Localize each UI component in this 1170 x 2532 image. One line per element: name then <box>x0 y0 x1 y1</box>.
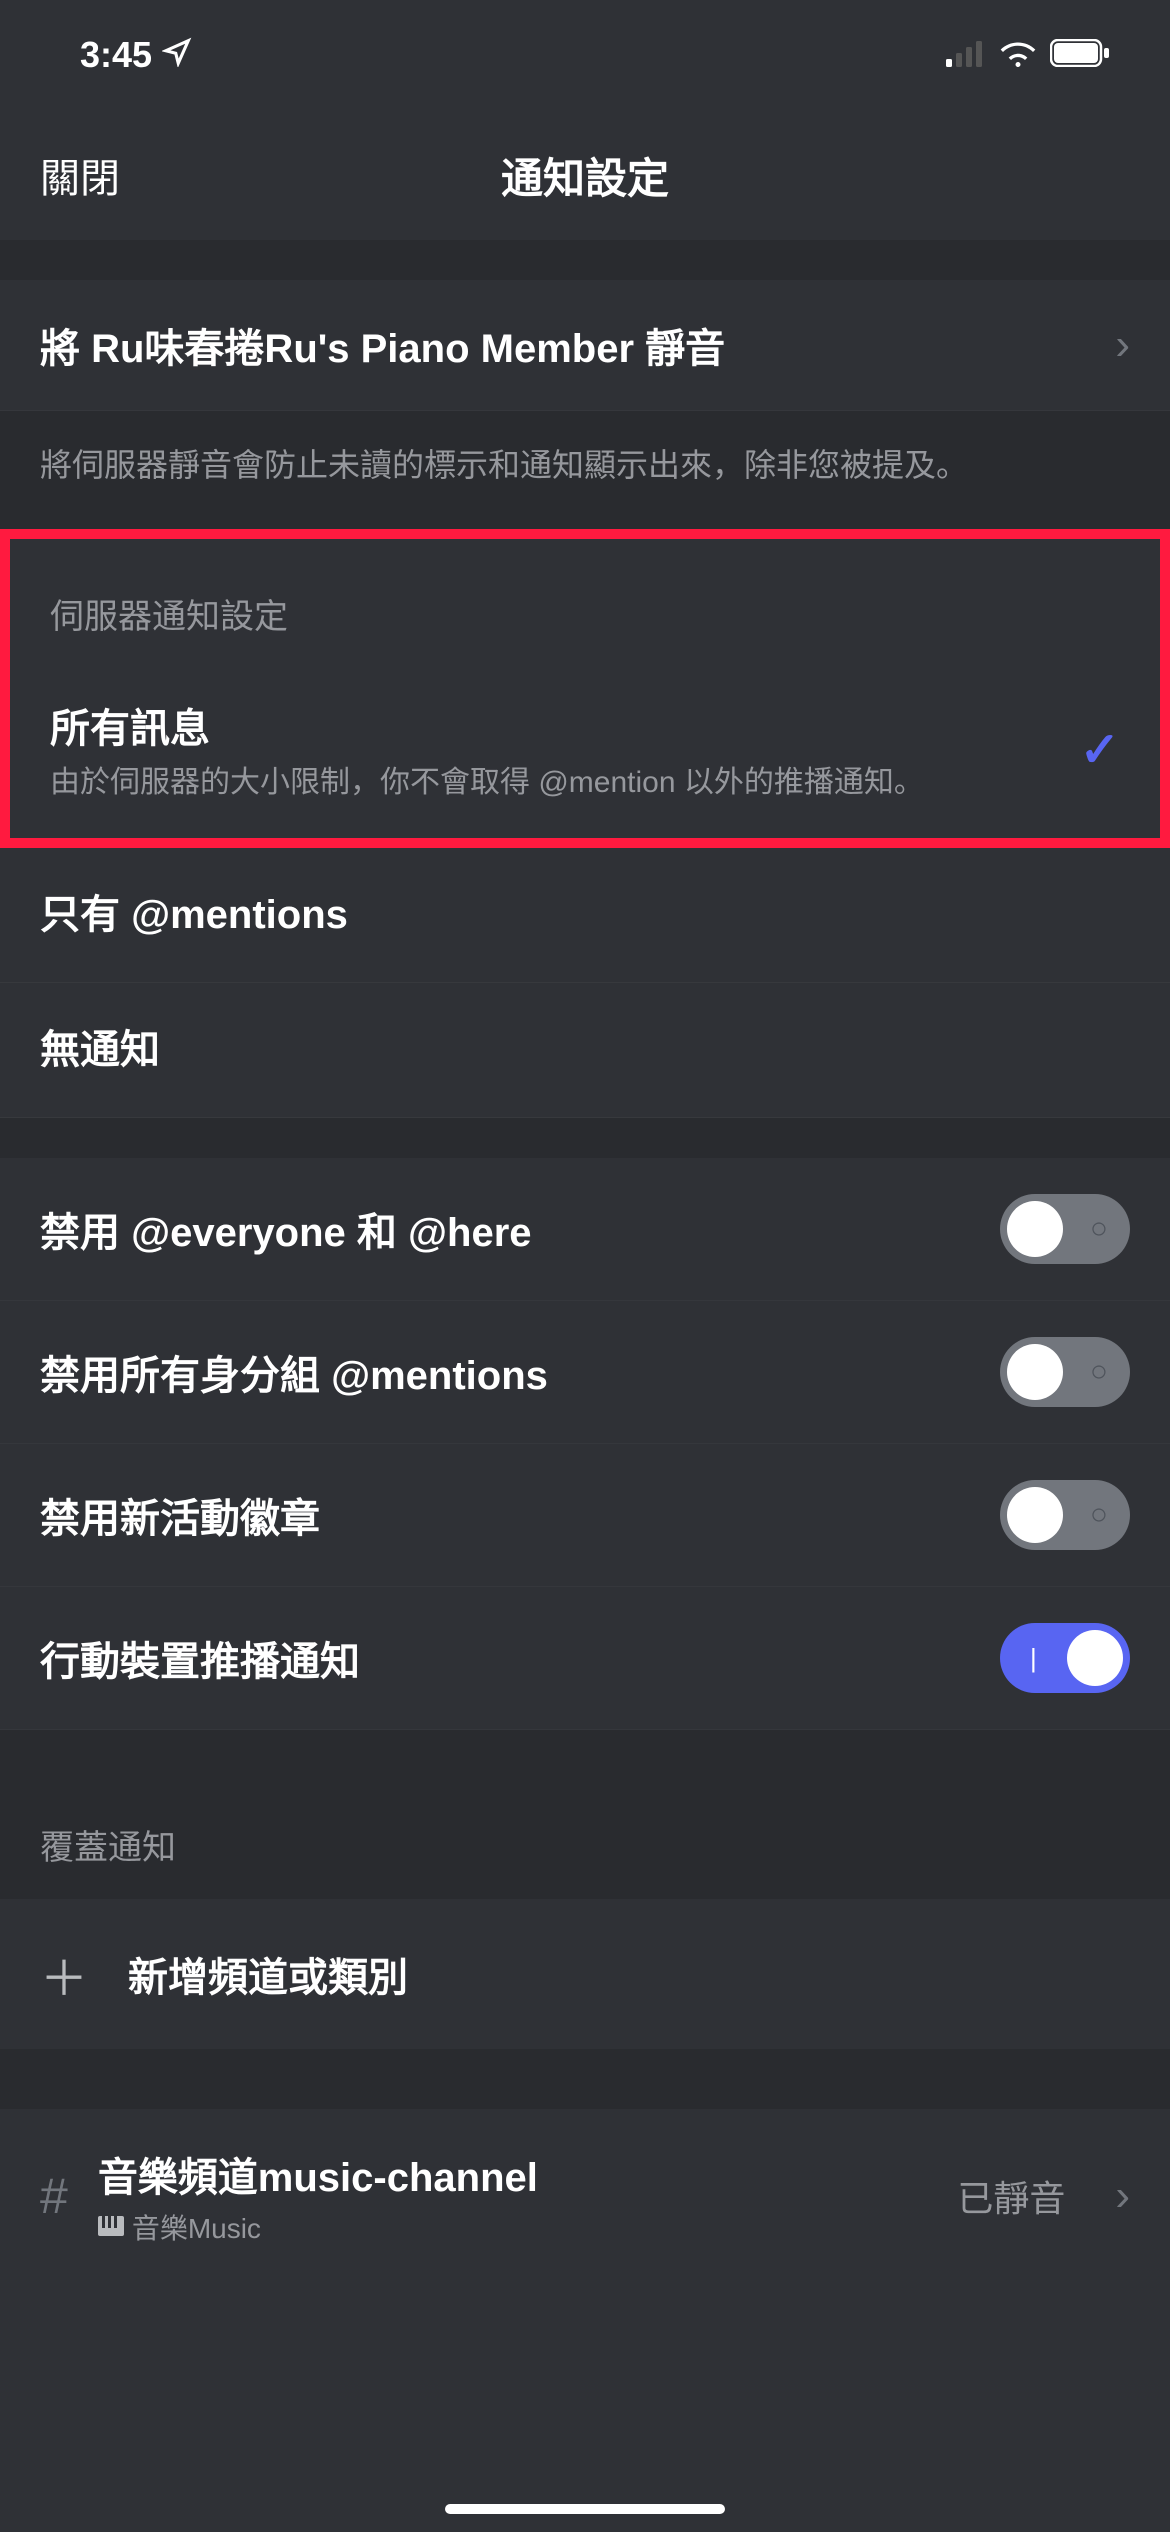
status-time: 3:45 <box>80 34 152 76</box>
check-icon: ✓ <box>1080 722 1120 778</box>
mute-server-row[interactable]: 將 Ru味春捲Ru's Piano Member 靜音 › <box>0 280 1170 411</box>
toggle-label: 禁用 @everyone 和 @here <box>40 1200 532 1258</box>
highlight-annotation: 伺服器通知設定 所有訊息 由於伺服器的大小限制，你不會取得 @mention 以… <box>0 529 1170 848</box>
status-bar: 3:45 <box>0 0 1170 110</box>
option-only-mentions[interactable]: 只有 @mentions <box>0 848 1170 983</box>
piano-icon <box>98 2211 124 2243</box>
chevron-right-icon: › <box>1115 320 1130 370</box>
toggle-suppress-roles[interactable]: 禁用所有身分組 @mentions <box>0 1301 1170 1444</box>
hash-icon: # <box>40 2167 68 2225</box>
mute-server-label: 將 Ru味春捲Ru's Piano Member 靜音 <box>40 316 725 374</box>
wifi-icon <box>998 34 1038 76</box>
close-button[interactable]: 關閉 <box>40 146 120 204</box>
option-all-messages[interactable]: 所有訊息 由於伺服器的大小限制，你不會取得 @mention 以外的推播通知。 … <box>10 662 1160 838</box>
option-title: 所有訊息 <box>50 696 1050 754</box>
plus-icon: ＋ <box>40 1939 88 2009</box>
server-notif-header: 伺服器通知設定 <box>10 539 1160 662</box>
chevron-right-icon: › <box>1115 2171 1130 2221</box>
location-icon <box>162 34 192 76</box>
toggle-label: 禁用所有身分組 @mentions <box>40 1343 548 1401</box>
option-title: 無通知 <box>40 1017 1100 1075</box>
home-indicator <box>445 2504 725 2514</box>
toggle-switch[interactable] <box>1000 1480 1130 1550</box>
toggle-switch[interactable] <box>1000 1623 1130 1693</box>
toggle-switch[interactable] <box>1000 1194 1130 1264</box>
channel-category: 音樂Music <box>98 2207 928 2247</box>
toggle-label: 禁用新活動徽章 <box>40 1486 320 1544</box>
add-channel-label: 新增頻道或類別 <box>128 1945 408 2003</box>
toggle-switch[interactable] <box>1000 1337 1130 1407</box>
option-no-notif[interactable]: 無通知 <box>0 983 1170 1118</box>
page-title: 通知設定 <box>501 145 669 206</box>
cell-signal-icon <box>946 34 986 76</box>
toggle-suppress-events[interactable]: 禁用新活動徽章 <box>0 1444 1170 1587</box>
channel-override-row[interactable]: # 音樂頻道music-channel 音樂Music 已靜音 › <box>0 2109 1170 2283</box>
channel-status: 已靜音 <box>957 2170 1065 2222</box>
mute-helper-text: 將伺服器靜音會防止未讀的標示和通知顯示出來，除非您被提及。 <box>0 411 1170 529</box>
override-header: 覆蓋通知 <box>0 1770 1170 1899</box>
add-channel-row[interactable]: ＋ 新增頻道或類別 <box>0 1899 1170 2049</box>
toggle-mobile-push[interactable]: 行動裝置推播通知 <box>0 1587 1170 1730</box>
toggle-label: 行動裝置推播通知 <box>40 1629 360 1687</box>
option-title: 只有 @mentions <box>40 882 1100 940</box>
battery-icon <box>1050 34 1110 76</box>
toggle-suppress-everyone[interactable]: 禁用 @everyone 和 @here <box>0 1158 1170 1301</box>
channel-name: 音樂頻道music-channel <box>98 2145 928 2203</box>
nav-header: 關閉 通知設定 <box>0 110 1170 240</box>
option-subtitle: 由於伺服器的大小限制，你不會取得 @mention 以外的推播通知。 <box>50 762 1050 804</box>
